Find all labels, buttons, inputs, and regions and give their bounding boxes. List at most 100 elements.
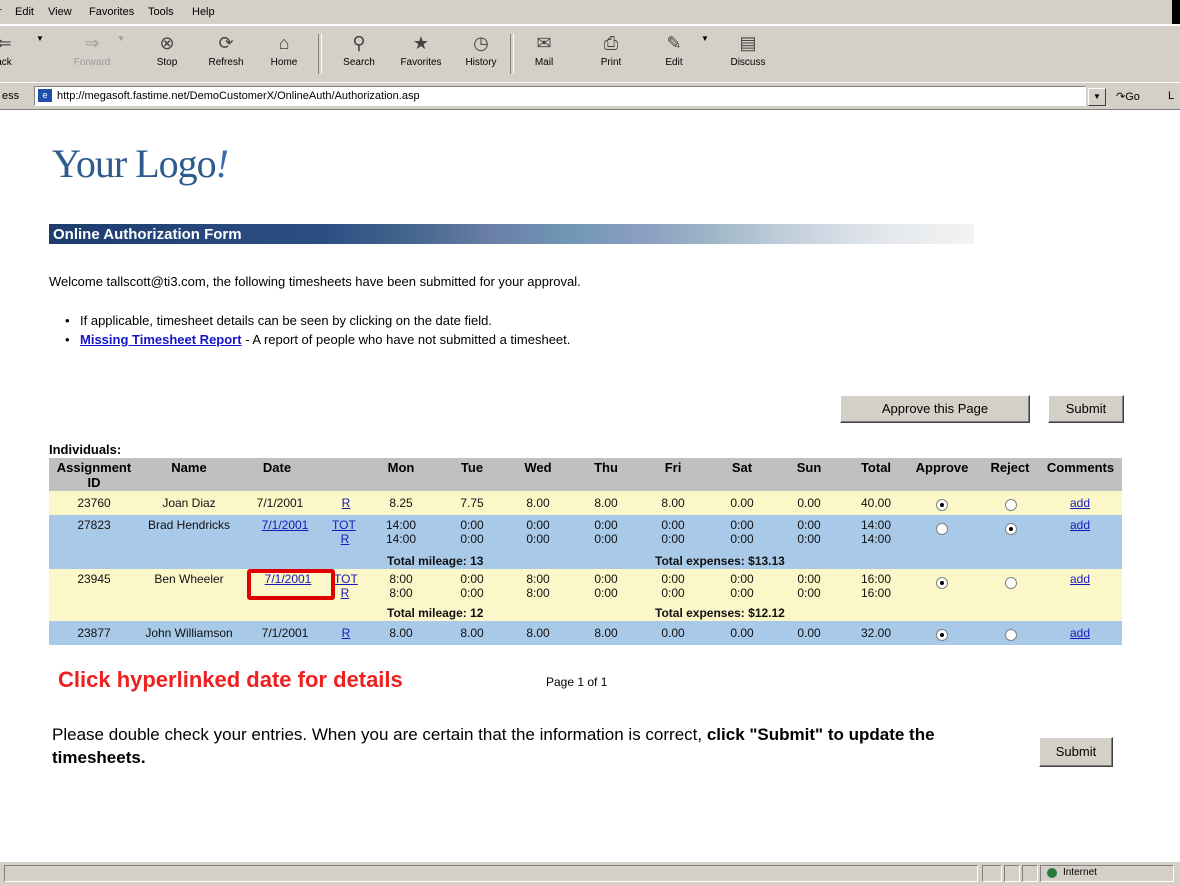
row-total: 40.00 [860,496,892,510]
report-link[interactable]: R [338,587,352,600]
day-thu: 0:00 [594,532,618,546]
day-wed: 8.00 [526,496,550,510]
reject-radio[interactable] [1005,523,1017,535]
reject-radio[interactable] [1005,577,1017,589]
tot-link[interactable]: TOT [332,519,356,532]
menu-tools[interactable]: Tools [148,6,174,18]
status-pane [982,865,1002,882]
day-sat: 0:00 [730,518,754,532]
missing-timesheet-report-link[interactable]: Missing Timesheet Report [80,332,242,347]
search-button[interactable]: ⚲ Search [333,30,385,68]
edit-button[interactable]: ✎ Edit [648,30,700,68]
address-input[interactable]: e http://megasoft.fastime.net/DemoCustom… [34,86,1086,106]
favorites-button[interactable]: ★ Favorites [395,30,447,68]
table-row: 27823 Brad Hendricks 7/1/2001 TOT R 14:0… [49,515,1122,569]
day-sat: 0.00 [730,626,754,640]
approve-radio[interactable] [936,523,948,535]
go-arrow-icon: ↷ [1116,91,1126,103]
day-fri: 0:00 [661,532,685,546]
back-button[interactable]: ⇐ack [0,30,30,68]
table-row: 23877 John Williamson 7/1/2001 R 8.00 8.… [49,621,1122,645]
header-sun: Sun [796,460,822,475]
menu-help[interactable]: Help [192,6,215,18]
home-button[interactable]: ⌂ Home [258,30,310,68]
add-comment-link[interactable]: add [1065,497,1095,510]
row-total: 16:00 [860,572,892,586]
menu-edit[interactable]: Edit [15,6,34,18]
report-link[interactable]: R [339,497,353,510]
add-comment-link[interactable]: add [1065,627,1095,640]
date-value: 7/1/2001 [256,496,304,510]
day-sun: 0.00 [797,496,821,510]
date-link[interactable]: 7/1/2001 [254,519,316,532]
approve-page-button[interactable]: Approve this Page [840,395,1030,423]
day-thu: 0:00 [594,518,618,532]
header-wed: Wed [524,460,552,475]
header-name: Name [171,460,207,475]
window-edge [1172,0,1180,24]
status-pane [1022,865,1038,882]
page-icon: e [38,89,52,102]
total-mileage: Total mileage: 13 [387,554,484,568]
favorites-icon: ★ [412,33,430,53]
employee-name: Ben Wheeler [154,572,224,586]
approve-radio[interactable] [936,499,948,511]
submit-button-top[interactable]: Submit [1048,395,1124,423]
date-highlight-box [247,569,335,600]
report-link[interactable]: R [338,533,352,546]
day-wed: 0:00 [526,532,550,546]
status-bar: Internet [0,861,1180,885]
stop-button[interactable]: ⊗ Stop [141,30,193,68]
header-total: Total [860,460,892,475]
day-sat: 0:00 [730,586,754,600]
refresh-button[interactable]: ⟳ Refresh [200,30,252,68]
add-comment-link[interactable]: add [1065,519,1095,532]
edit-dropdown-icon[interactable]: ▼ [700,34,710,43]
employee-name: Joan Diaz [162,496,216,510]
table-row: 23945 Ben Wheeler 7/1/2001 TOT R 8:00 8:… [49,569,1122,621]
go-button[interactable]: ↷Go [1116,90,1140,103]
history-button[interactable]: ◷ History [455,30,507,68]
day-sat: 0.00 [730,496,754,510]
address-dropdown-icon[interactable]: ▼ [1088,88,1106,106]
day-fri: 8.00 [661,496,685,510]
back-dropdown-icon[interactable]: ▼ [35,34,45,43]
day-mon: 14:00 [385,532,417,546]
reject-radio[interactable] [1005,629,1017,641]
day-sun: 0.00 [797,626,821,640]
search-icon: ⚲ [352,33,366,53]
day-mon: 8.25 [389,496,413,510]
assignment-id: 23877 [77,626,111,640]
add-comment-link[interactable]: add [1065,573,1095,586]
forward-dropdown-icon[interactable]: ▼ [116,34,126,43]
day-tue: 8.00 [460,626,484,640]
day-thu: 0:00 [594,572,618,586]
day-mon: 8.00 [389,626,413,640]
list-item: If applicable, timesheet details can be … [65,313,570,332]
links-button[interactable]: L [1168,90,1174,102]
refresh-icon: ⟳ [218,33,234,53]
approve-radio[interactable] [936,629,948,641]
home-icon: ⌂ [278,33,290,53]
tot-link[interactable]: TOT [334,573,358,586]
menu-favorites[interactable]: Favorites [89,6,134,18]
day-tue: 7.75 [460,496,484,510]
forward-button[interactable]: ⇒ Forward [66,30,118,68]
discuss-button[interactable]: ▤ Discuss [722,30,774,68]
menu-view[interactable]: View [48,6,72,18]
submit-note: Please double check your entries. When y… [52,725,935,767]
reject-radio[interactable] [1005,499,1017,511]
submit-button-bottom[interactable]: Submit [1039,737,1113,767]
header-fri: Fri [664,460,682,475]
assignment-id: 27823 [77,518,111,532]
mail-button[interactable]: ✉ Mail [518,30,570,68]
header-comments: Comments [1046,460,1115,475]
date-value: 7/1/2001 [261,626,309,640]
report-link[interactable]: R [339,627,353,640]
table-header: Assignment ID Name Date Mon Tue Wed Thu F… [49,458,1122,491]
header-sat: Sat [731,460,753,475]
info-list: If applicable, timesheet details can be … [65,313,570,351]
security-zone: Internet [1040,865,1174,882]
approve-radio[interactable] [936,577,948,589]
print-button[interactable]: ⎙ Print [585,30,637,68]
